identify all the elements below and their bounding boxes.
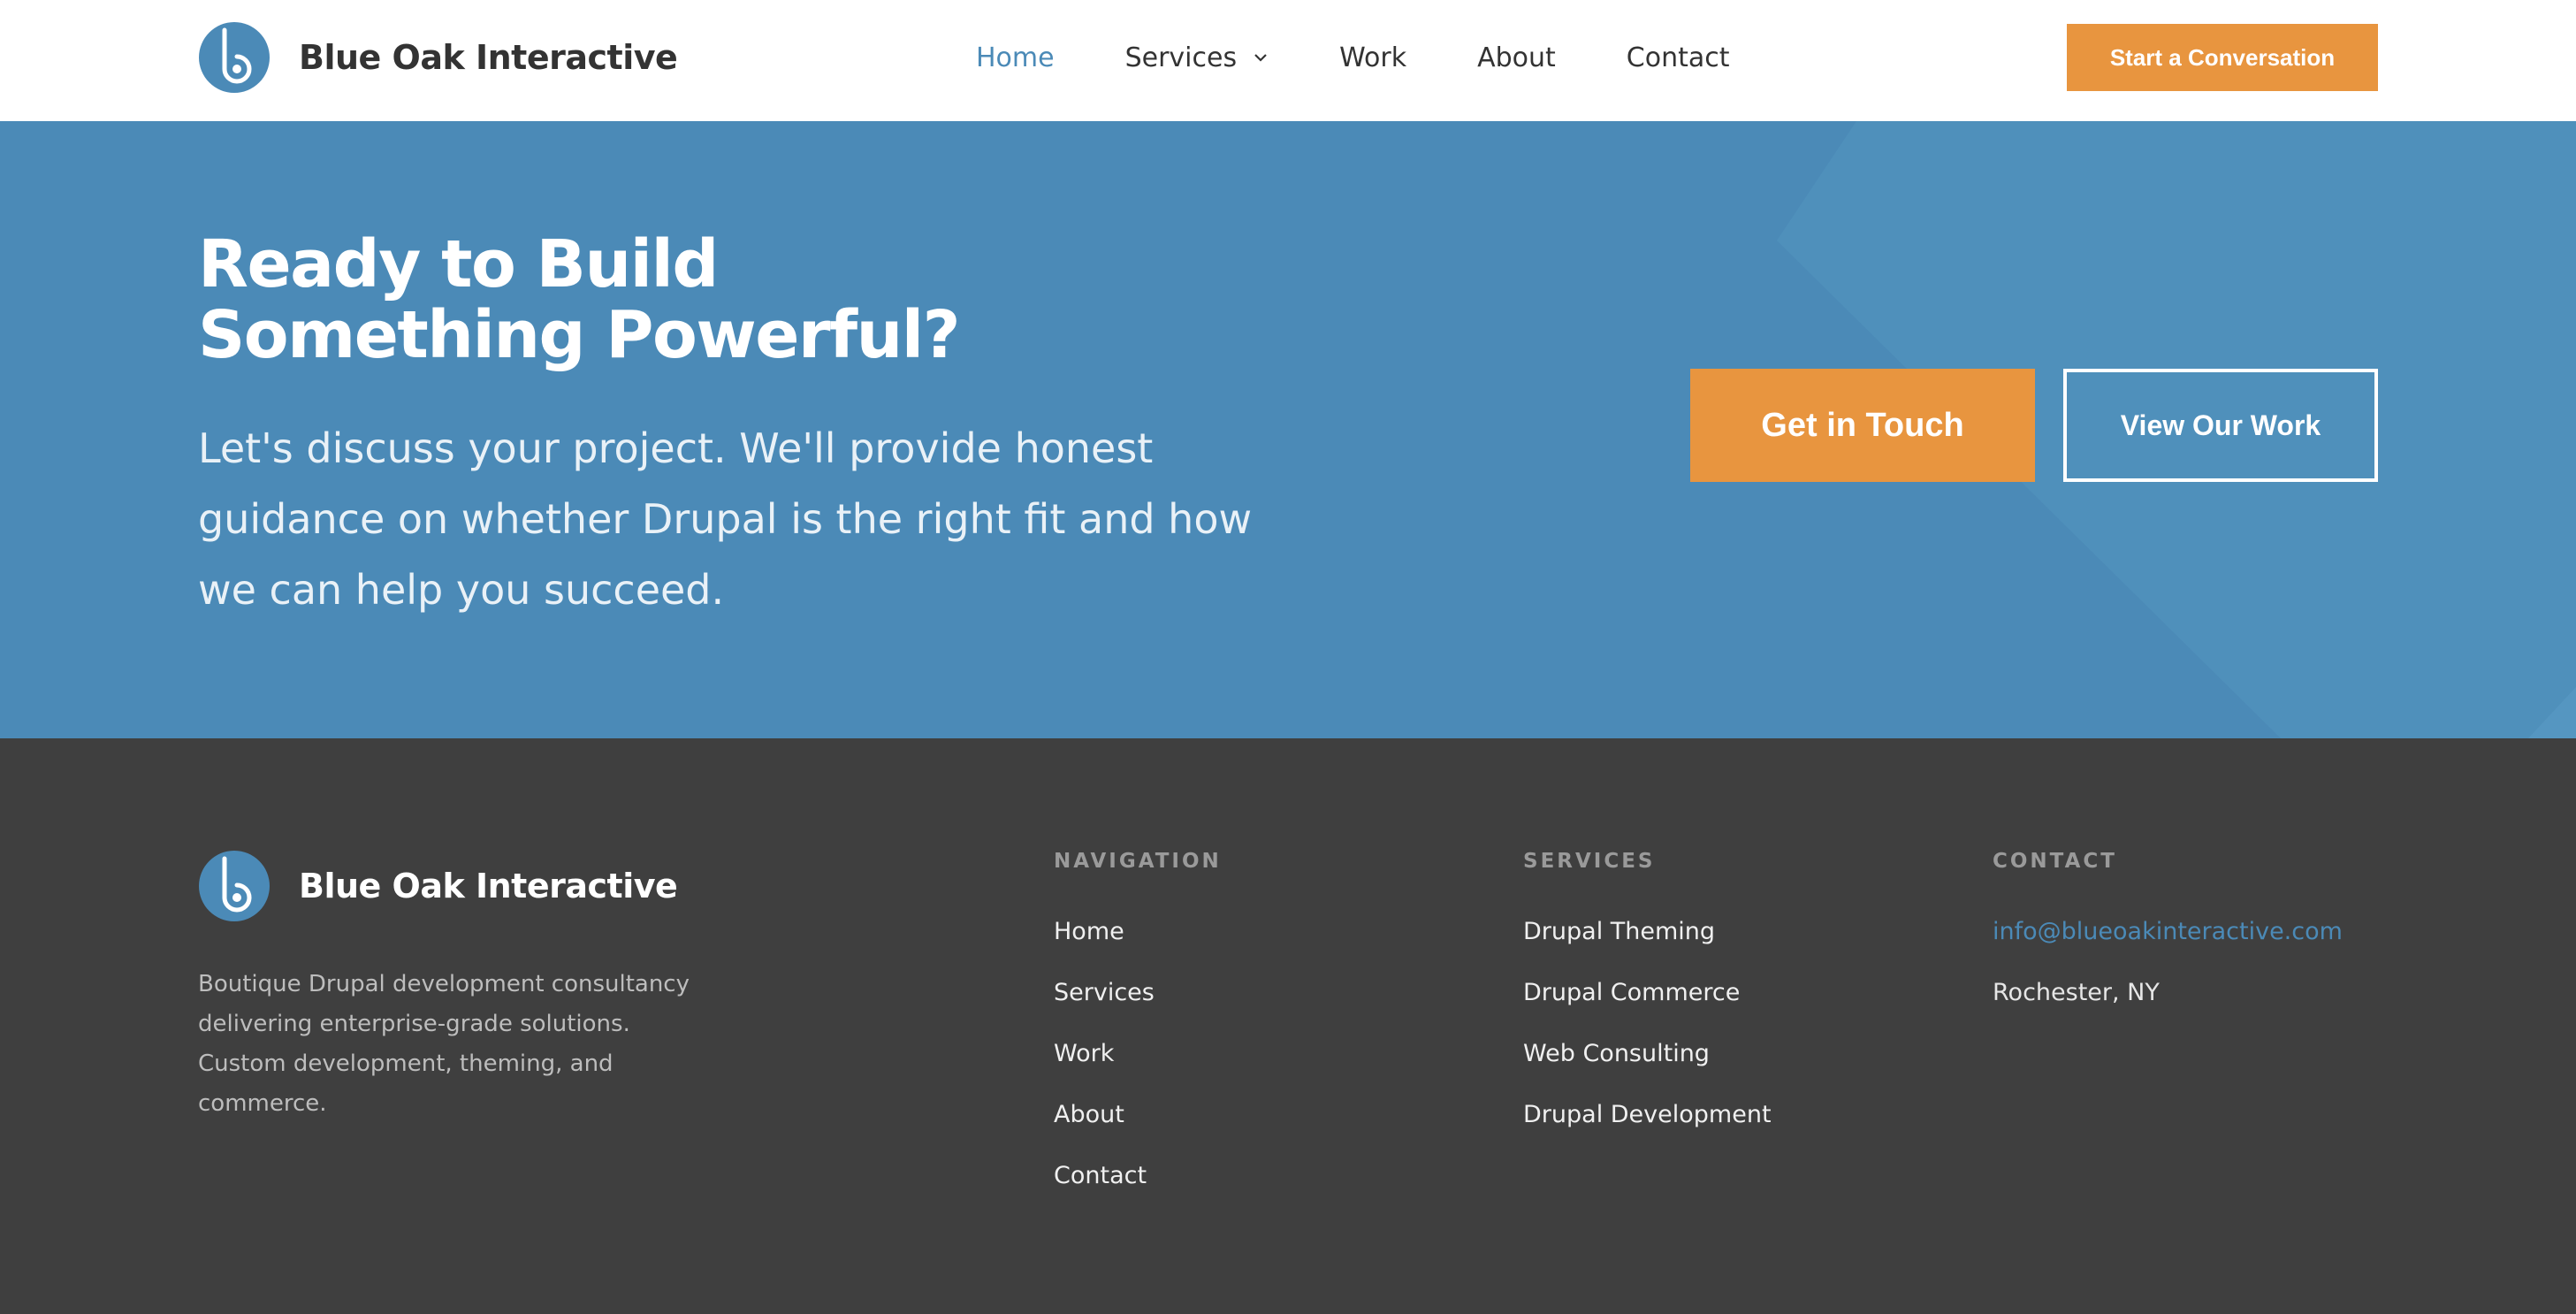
nav-item-label: Work [1339,42,1407,73]
site-footer: Blue Oak Interactive Boutique Drupal dev… [0,738,2576,1314]
footer-description: Boutique Drupal development consultancy … [198,971,690,1117]
nav-item-label: Contact [1626,42,1730,73]
get-in-touch-button[interactable]: Get in Touch [1690,369,2035,482]
footer-logo[interactable]: Blue Oak Interactive [198,850,678,922]
main-nav: Home Services Work About Contact [976,0,1730,115]
nav-item-work[interactable]: Work [1339,42,1406,73]
footer-email-link[interactable]: info@blueoakinteractive.com [1993,919,2343,945]
footer-navigation-column: NAVIGATION Home Services Work About Cont… [1054,850,1222,1224]
nav-item-label: About [1477,42,1556,73]
blue-oak-b-icon [199,851,270,921]
footer-location: Rochester, NY [1993,979,2160,1006]
footer-brand-name: Blue Oak Interactive [299,867,678,905]
footer-link-drupal-theming[interactable]: Drupal Theming [1523,919,1772,945]
start-conversation-button[interactable]: Start a Conversation [2067,24,2378,91]
footer-services-heading: SERVICES [1523,850,1656,873]
nav-item-label: Home [976,42,1055,73]
footer-link-work[interactable]: Work [1054,1041,1222,1067]
blue-oak-b-icon [199,22,270,93]
hero-section: Ready to Build Something Powerful? Let's… [0,121,2576,738]
nav-item-home[interactable]: Home [976,42,1055,73]
hero-subtitle: Let's discuss your project. We'll provid… [198,424,1253,614]
footer-link-web-consulting[interactable]: Web Consulting [1523,1041,1772,1067]
footer-navigation-heading: NAVIGATION [1054,850,1222,873]
footer-link-contact[interactable]: Contact [1054,1163,1222,1189]
nav-item-about[interactable]: About [1477,42,1556,73]
footer-link-home[interactable]: Home [1054,919,1222,945]
footer-link-about[interactable]: About [1054,1102,1222,1128]
footer-services-column: SERVICES Drupal Theming Drupal Commerce … [1523,850,1772,1163]
hero-title: Ready to Build Something Powerful? [198,226,961,373]
nav-item-services[interactable]: Services [1125,42,1269,73]
nav-item-contact[interactable]: Contact [1627,42,1730,73]
footer-contact-heading: CONTACT [1993,850,2117,873]
brand-name: Blue Oak Interactive [299,38,678,77]
chevron-down-icon [1254,54,1267,62]
footer-contact-column: CONTACT info@blueoakinteractive.com Roch… [1993,850,2343,1041]
footer-link-drupal-commerce[interactable]: Drupal Commerce [1523,980,1772,1006]
footer-link-drupal-development[interactable]: Drupal Development [1523,1102,1772,1128]
site-header: Blue Oak Interactive Home Services Work … [0,0,2576,121]
header-logo[interactable]: Blue Oak Interactive [198,21,678,94]
footer-link-services[interactable]: Services [1054,980,1222,1006]
nav-item-label: Services [1124,42,1238,73]
view-our-work-button[interactable]: View Our Work [2063,369,2378,482]
